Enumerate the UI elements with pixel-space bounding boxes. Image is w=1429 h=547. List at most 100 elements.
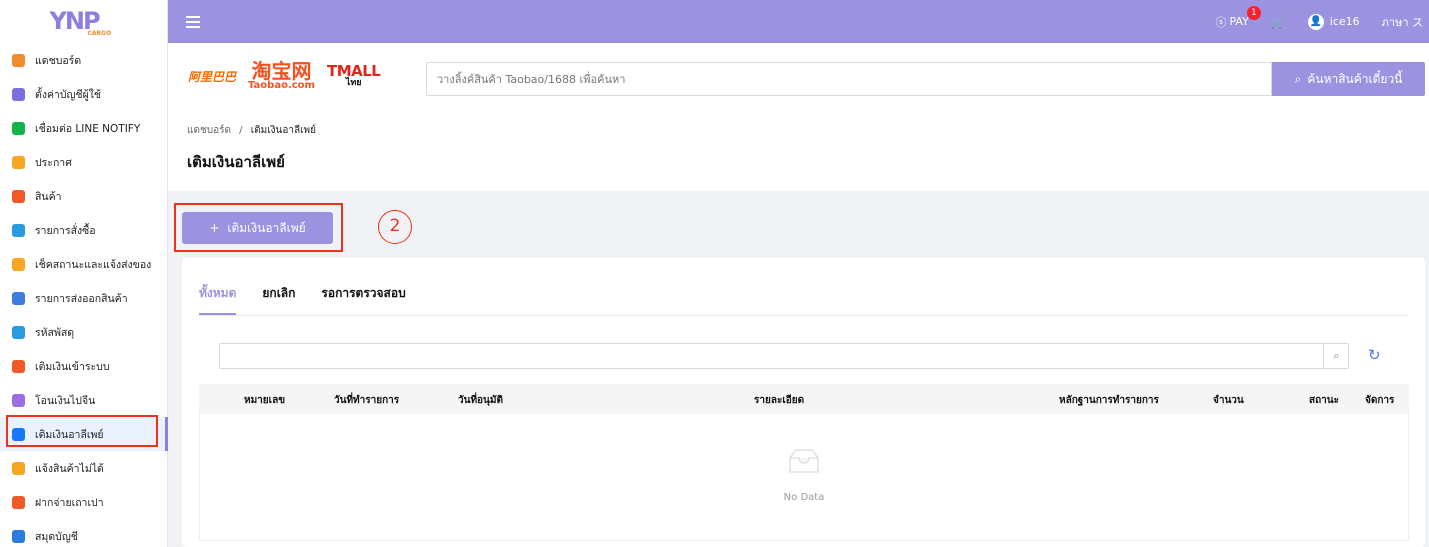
search-icon: ⌕ (1294, 71, 1302, 86)
sidebar-item[interactable]: รายการส่งออกสินค้า (0, 281, 167, 315)
pay-button[interactable]: ⓢ PAY 1 (1215, 5, 1261, 30)
col-evidence[interactable]: หลักฐานการทำรายการ (1059, 393, 1159, 408)
annotation-2: 2 (378, 210, 412, 244)
sidebar-item[interactable]: โอนเงินไปจีน (0, 383, 167, 417)
refresh-icon[interactable]: ↻ (1368, 346, 1381, 364)
content-card: ทั้งหมด ยกเลิก รอการตรวจสอบ ⌕ ↻ หมายเลข … (182, 258, 1425, 547)
tabs-divider (199, 315, 1409, 316)
sidebar-item[interactable]: เติมเงินเข้าระบบ (0, 349, 167, 383)
filter-search-icon[interactable]: ⌕ (1323, 343, 1349, 369)
taobao-cn: 淘宝网 (251, 59, 312, 83)
username: ice16 (1329, 15, 1360, 28)
search-button-label: ค้นหาสินค้าเดี๋ยวนี้ (1307, 71, 1403, 86)
box-icon (12, 325, 25, 339)
logo-tmall[interactable]: TMALL ไทย (326, 62, 381, 88)
breadcrumb-home[interactable]: แดชบอร์ด (187, 125, 231, 136)
table-body: No Data (199, 414, 1409, 541)
cart-icon[interactable]: 🛒 (1271, 15, 1286, 29)
sidebar-item-label: ประกาศ (35, 156, 72, 169)
sidebar-item-label: รายการส่งออกสินค้า (35, 292, 128, 305)
export-icon (12, 291, 25, 305)
table-header: หมายเลข วันที่ทำรายการ วันที่อนุมัติ ราย… (199, 384, 1409, 414)
sidebar-item-label: ตั้งค่าบัญชีผู้ใช้ (35, 88, 102, 101)
sidebar-item-label: แดชบอร์ด (35, 54, 82, 67)
sidebar-item-label: เติมเงินเข้าระบบ (35, 360, 110, 373)
page-title: เติมเงินอาลีเพย์ (187, 153, 285, 171)
logo-sub: CARGO (87, 29, 112, 37)
sidebar-item[interactable]: แดชบอร์ด (0, 43, 167, 77)
menu-toggle-icon[interactable] (186, 15, 200, 28)
col-approval-date[interactable]: วันที่อนุมัติ (458, 393, 503, 408)
tab-pending[interactable]: รอการตรวจสอบ (321, 284, 405, 315)
search-button[interactable]: ⌕ ค้นหาสินค้าเดี๋ยวนี้ (1272, 62, 1425, 96)
sidebar-item-label: สมุดบัญชี (35, 530, 78, 543)
empty-text: No Data (783, 492, 825, 503)
breadcrumb-separator: / (239, 125, 243, 136)
col-details[interactable]: รายละเอียด (754, 393, 804, 408)
logo[interactable]: YNP CARGO (0, 0, 167, 43)
user-avatar-icon: 👤 (1307, 13, 1324, 30)
empty-inbox-icon (789, 449, 819, 473)
product-icon (12, 189, 25, 203)
sidebar-nav: แดชบอร์ดตั้งค่าบัญชีผู้ใช้เชื่อมต่อ LINE… (0, 43, 168, 547)
pay-badge: 1 (1246, 5, 1261, 20)
sidebar-item[interactable]: รหัสพัสดุ (0, 315, 167, 349)
wallet-icon (12, 359, 25, 373)
tmall-sub: ไทย (345, 78, 362, 88)
col-amount[interactable]: จำนวน (1213, 393, 1244, 408)
col-actions[interactable]: จัดการ (1365, 393, 1394, 408)
sidebar-item-label: เชื่อมต่อ LINE NOTIFY (35, 122, 141, 135)
breadcrumb-current: เติมเงินอาลีเพย์ (250, 125, 316, 136)
sidebar-item-label: สินค้า (35, 190, 62, 203)
sidebar-item-label: โอนเงินไปจีน (35, 394, 96, 407)
logo-1688[interactable]: 阿里巴巴 (188, 68, 236, 85)
sidebar-item[interactable]: ตั้งค่าบัญชีผู้ใช้ (0, 77, 167, 111)
language-label: ภาษา (1381, 15, 1409, 29)
product-link-input[interactable] (426, 62, 1272, 96)
sidebar: YNP CARGO แดชบอร์ดตั้งค่าบัญชีผู้ใช้เชื่… (0, 0, 168, 547)
sidebar-item[interactable]: เช็คสถานะและแจ้งส่งของ (0, 247, 167, 281)
search-header: 阿里巴巴 淘宝网 Taobao.com TMALL ไทย ⌕ ค้นหาสิน… (168, 43, 1429, 191)
filter-input[interactable] (219, 343, 1349, 369)
col-number[interactable]: หมายเลข (244, 393, 285, 408)
logo-taobao[interactable]: 淘宝网 Taobao.com (248, 61, 315, 91)
user-menu[interactable]: 👤 ice16 (1307, 13, 1360, 30)
sidebar-item[interactable]: สมุดบัญชี (0, 519, 167, 547)
coin-icon: ⓢ (1215, 15, 1227, 29)
megaphone-icon (12, 155, 25, 169)
sidebar-item-label: รหัสพัสดุ (35, 326, 75, 339)
tmall-text: TMALL (326, 62, 381, 80)
truck-icon (12, 257, 25, 271)
col-status[interactable]: สถานะ (1309, 393, 1339, 408)
highlight-add-button (174, 203, 343, 252)
report-icon (12, 461, 25, 475)
taobao-en: Taobao.com (248, 80, 315, 91)
top-bar: ⓢ PAY 1 🛒 👤 ice16 ภาษา ス (168, 0, 1429, 43)
line-icon (12, 121, 25, 135)
sidebar-item[interactable]: แจ้งสินค้าไม่ได้ (0, 451, 167, 485)
language-selector[interactable]: ภาษา ス (1382, 13, 1423, 31)
sidebar-item[interactable]: ประกาศ (0, 145, 167, 179)
col-transaction-date[interactable]: วันที่ทำรายการ (334, 393, 399, 408)
sidebar-item[interactable]: สินค้า (0, 179, 167, 213)
sidebar-item-label: เช็คสถานะและแจ้งส่งของ (35, 258, 152, 271)
user-settings-icon (12, 87, 25, 101)
brand-logos: 阿里巴巴 淘宝网 Taobao.com TMALL ไทย (188, 61, 381, 91)
sidebar-item-label: ฝากจ่ายเถาเปา (35, 496, 104, 509)
yuan-icon (12, 393, 25, 407)
ledger-icon (12, 529, 25, 543)
sidebar-item-label: รายการสั่งซื้อ (35, 224, 96, 237)
status-tabs: ทั้งหมด ยกเลิก รอการตรวจสอบ (199, 284, 406, 315)
dashboard-icon (12, 53, 25, 67)
sidebar-item[interactable]: ฝากจ่ายเถาเปา (0, 485, 167, 519)
cart-icon (12, 223, 25, 237)
highlight-sidebar-item (6, 415, 158, 447)
sidebar-item[interactable]: รายการสั่งซื้อ (0, 213, 167, 247)
tab-cancelled[interactable]: ยกเลิก (262, 284, 295, 315)
sidebar-item-label: แจ้งสินค้าไม่ได้ (35, 462, 104, 475)
sidebar-item[interactable]: เชื่อมต่อ LINE NOTIFY (0, 111, 167, 145)
breadcrumb: แดชบอร์ด / เติมเงินอาลีเพย์ (187, 123, 316, 138)
taobao-icon (12, 495, 25, 509)
language-suffix: ス (1412, 15, 1423, 29)
tab-all[interactable]: ทั้งหมด (199, 284, 237, 315)
